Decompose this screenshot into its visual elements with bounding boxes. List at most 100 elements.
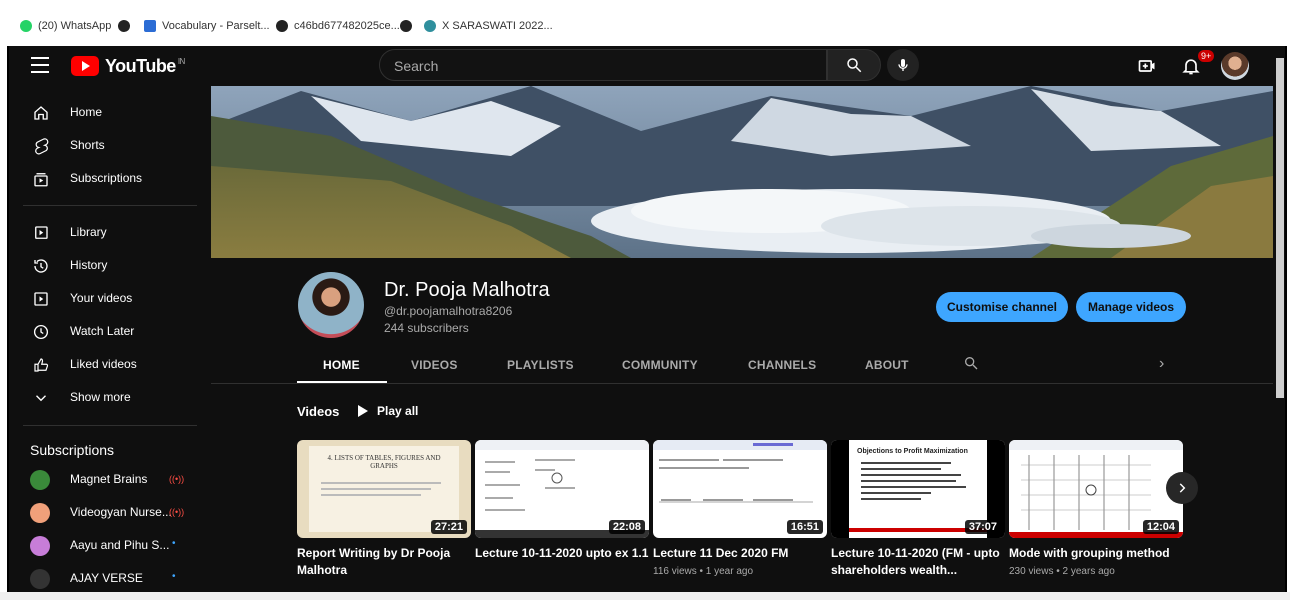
tab-channels[interactable]: CHANNELS	[748, 358, 816, 372]
video-title[interactable]: Lecture 10-11-2020 upto ex 1.1	[475, 545, 649, 562]
tab-about[interactable]: ABOUT	[865, 358, 909, 372]
sidebar-item-watch-later[interactable]: Watch Later	[9, 315, 209, 348]
region-code: IN	[177, 56, 186, 66]
tab-community[interactable]: COMMUNITY	[622, 358, 698, 372]
sidebar-item-history[interactable]: History	[9, 249, 209, 282]
new-content-dot-icon: •	[172, 538, 176, 549]
account-avatar[interactable]	[1221, 52, 1249, 80]
chevron-right-icon[interactable]: ›	[1159, 355, 1164, 373]
channel-avatar	[30, 536, 50, 556]
thumbnail-heading: 4. LISTS OF TABLES, FIGURES AND GRAPHS	[327, 454, 441, 470]
thumbs-up-icon	[34, 358, 49, 372]
bookmark-saraswati[interactable]: X SARASWATI 2022...	[424, 16, 553, 36]
youtube-window: YouTube IN Search 9+ Home Shorts Subscri…	[7, 46, 1287, 592]
logo-text: YouTube	[105, 55, 176, 76]
video-title[interactable]: Report Writing by Dr Pooja Malhotra	[297, 545, 471, 579]
sidebar-item-liked-videos[interactable]: Liked videos	[9, 348, 209, 381]
video-thumbnail[interactable]: 4. LISTS OF TABLES, FIGURES AND GRAPHS 2…	[297, 440, 471, 538]
search-icon	[847, 58, 862, 73]
tab-videos[interactable]: VIDEOS	[411, 358, 458, 372]
subscription-item[interactable]: Magnet Brains ((•))	[9, 463, 209, 496]
tab-playlists[interactable]: PLAYLISTS	[507, 358, 574, 372]
sidebar-divider	[23, 425, 197, 426]
home-icon	[34, 106, 48, 120]
library-icon	[35, 226, 48, 239]
channel-avatar	[30, 569, 50, 589]
bookmark-github-2[interactable]: c46bd677482025ce...	[276, 16, 400, 36]
channel-avatar	[30, 470, 50, 490]
subscriber-count: 244 subscribers	[384, 321, 469, 335]
channel-handle: @dr.poojamalhotra8206	[384, 304, 513, 318]
sidebar-item-label: History	[70, 258, 108, 272]
scrollbar-thumb[interactable]	[1276, 58, 1284, 398]
live-icon: ((•))	[169, 507, 185, 517]
sidebar-item-label: Home	[70, 105, 103, 119]
play-icon	[358, 405, 368, 417]
history-icon	[34, 259, 48, 273]
notification-badge: 9+	[1198, 50, 1215, 62]
subscriptions-icon	[34, 173, 48, 187]
your-videos-icon	[34, 292, 48, 306]
video-duration: 27:21	[430, 520, 467, 534]
video-card[interactable]: 22:08 Lecture 10-11-2020 upto ex 1.1	[475, 440, 649, 562]
channel-avatar-large[interactable]	[298, 272, 364, 338]
video-title[interactable]: Mode with grouping method	[1009, 545, 1183, 562]
video-thumbnail[interactable]: 22:08	[475, 440, 649, 538]
customise-channel-button[interactable]: Customise channel	[936, 292, 1068, 322]
video-thumbnail[interactable]: Objections to Profit Maximization 37:07	[831, 440, 1005, 538]
bookmark-github-3[interactable]	[400, 16, 412, 36]
search-button[interactable]	[827, 49, 881, 81]
search-input[interactable]: Search	[379, 49, 827, 81]
channel-avatar	[30, 503, 50, 523]
github-icon	[400, 20, 412, 32]
voice-search-button[interactable]	[887, 49, 919, 81]
sidebar-item-label: Watch Later	[70, 324, 135, 338]
sidebar-item-your-videos[interactable]: Your videos	[9, 282, 209, 315]
bookmark-github[interactable]	[118, 16, 130, 36]
bookmark-vocabulary[interactable]: Vocabulary - Parselt...	[144, 16, 270, 36]
video-meta: 116 views • 1 year ago	[653, 566, 754, 577]
sidebar-item-home[interactable]: Home	[9, 96, 209, 129]
sidebar: Home Shorts Subscriptions Library Histor…	[9, 86, 209, 592]
search-icon[interactable]	[963, 355, 979, 371]
menu-icon[interactable]	[31, 57, 49, 75]
channel-name: Dr. Pooja Malhotra	[384, 279, 550, 301]
bookmark-whatsapp[interactable]: (20) WhatsApp	[20, 16, 111, 36]
cube-icon	[424, 20, 436, 32]
sidebar-item-label: Show more	[70, 390, 131, 404]
video-card[interactable]: 12:04 Mode with grouping method 230 view…	[1009, 440, 1183, 577]
chevron-right-icon	[1179, 483, 1186, 493]
manage-videos-button[interactable]: Manage videos	[1076, 292, 1186, 322]
video-title[interactable]: Lecture 10-11-2020 (FM - upto shareholde…	[831, 545, 1005, 579]
video-duration: 12:04	[1142, 520, 1179, 534]
subscription-item[interactable]: Videogyan Nurse... ((•))	[9, 496, 209, 529]
video-card[interactable]: Objections to Profit Maximization 37:07 …	[831, 440, 1005, 579]
sidebar-item-library[interactable]: Library	[9, 216, 209, 249]
bookmark-label: X SARASWATI 2022...	[442, 20, 553, 32]
video-card[interactable]: 4. LISTS OF TABLES, FIGURES AND GRAPHS 2…	[297, 440, 471, 579]
channel-banner	[211, 86, 1273, 258]
video-thumbnail[interactable]: 12:04	[1009, 440, 1183, 538]
chevron-down-icon	[36, 395, 46, 402]
sidebar-item-label: Shorts	[70, 138, 105, 152]
video-thumbnail[interactable]: 16:51	[653, 440, 827, 538]
section-title: Videos	[297, 404, 340, 419]
tab-home[interactable]: HOME	[323, 358, 360, 372]
sidebar-item-subscriptions[interactable]: Subscriptions	[9, 162, 209, 195]
sidebar-item-show-more[interactable]: Show more	[9, 381, 209, 414]
play-all-button[interactable]: Play all	[357, 404, 418, 418]
video-title[interactable]: Lecture 11 Dec 2020 FM	[653, 545, 827, 562]
live-icon: ((•))	[169, 474, 185, 484]
youtube-logo[interactable]: YouTube IN	[71, 54, 185, 78]
sidebar-item-label: Library	[70, 225, 107, 239]
sidebar-item-label: Liked videos	[70, 357, 137, 371]
video-card[interactable]: 16:51 Lecture 11 Dec 2020 FM 116 views •…	[653, 440, 827, 577]
carousel-next-button[interactable]	[1166, 472, 1198, 504]
sidebar-item-label: Subscriptions	[70, 171, 143, 185]
create-button[interactable]	[1135, 54, 1159, 78]
subscription-item[interactable]: Aayu and Pihu S... •	[9, 529, 209, 562]
sidebar-item-shorts[interactable]: Shorts	[9, 129, 209, 162]
document-icon	[144, 20, 156, 32]
microphone-icon	[898, 59, 908, 71]
subscription-item[interactable]: AJAY VERSE •	[9, 562, 209, 592]
